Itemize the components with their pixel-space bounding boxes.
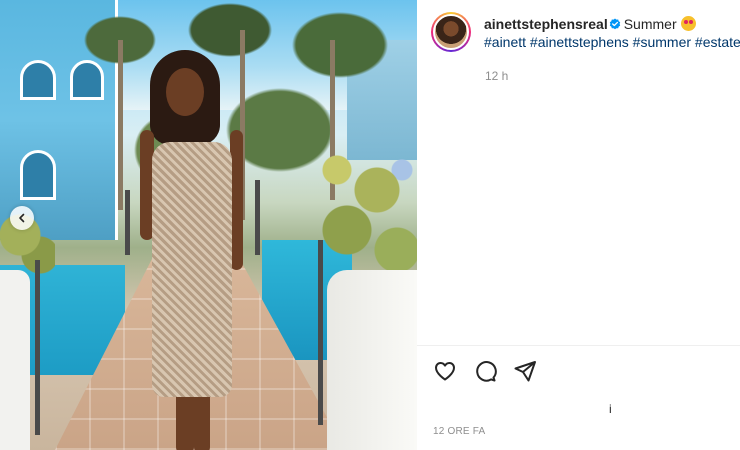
person-face: [166, 68, 204, 116]
post-detail-panel: ainettstephensreal Summer #ainett #ainet…: [417, 0, 740, 450]
avatar-image: [433, 14, 469, 50]
post-photo[interactable]: [0, 0, 417, 450]
photo-flowers: [307, 140, 417, 280]
person-dress: [152, 142, 232, 397]
photo-railing: [35, 260, 40, 435]
more-indicator: i: [609, 402, 612, 416]
star-struck-emoji-icon: [680, 16, 696, 31]
hashtags-link[interactable]: #ainett #ainettstephens #summer #estate: [484, 34, 740, 50]
comment-icon: [476, 361, 497, 382]
share-button[interactable]: [513, 359, 537, 383]
palm-trunk: [118, 40, 123, 210]
post-date[interactable]: 12 ORE FA: [433, 426, 485, 437]
photo-window: [20, 150, 56, 200]
chevron-left-icon: [19, 213, 25, 223]
username-link[interactable]: ainettstephensreal: [484, 16, 608, 32]
divider: [417, 345, 740, 346]
comment-button[interactable]: [473, 359, 497, 383]
avatar[interactable]: [431, 12, 471, 52]
verified-badge-icon: [609, 18, 620, 30]
heart-icon: [435, 362, 455, 381]
previous-photo-button[interactable]: [10, 206, 34, 230]
photo-planter: [327, 270, 417, 450]
paper-plane-icon: [514, 361, 536, 382]
caption-timestamp[interactable]: 12 h: [485, 69, 508, 83]
photo-window: [20, 60, 56, 100]
caption: ainettstephensreal Summer #ainett #ainet…: [484, 12, 740, 52]
caption-text: Summer: [623, 16, 677, 32]
photo-railing: [125, 190, 130, 255]
action-bar: [433, 359, 537, 383]
like-button[interactable]: [433, 359, 457, 383]
photo-planter: [0, 270, 30, 450]
caption-row: ainettstephensreal Summer #ainett #ainet…: [431, 12, 740, 52]
photo-railing: [255, 180, 260, 255]
photo-railing: [318, 240, 323, 425]
photo-person: [138, 50, 248, 450]
